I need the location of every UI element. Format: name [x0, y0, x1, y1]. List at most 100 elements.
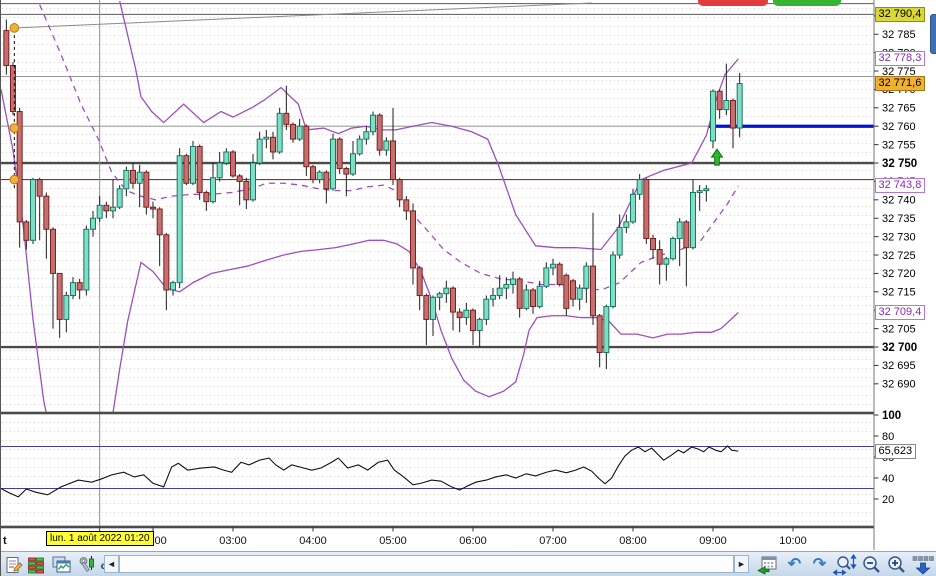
zoom-in-icon[interactable]	[885, 554, 909, 575]
candle-body	[250, 162, 256, 201]
candle-body	[123, 169, 130, 190]
candle-body	[103, 204, 110, 212]
vertical-scrollbar[interactable]	[930, 14, 936, 54]
horizontal-scrollbar-track[interactable]	[119, 555, 734, 573]
price-tick-label: 32 695	[882, 360, 916, 372]
zoom-out-icon	[863, 555, 880, 573]
candle-body	[623, 221, 630, 228]
price-tick-label: 32 720	[882, 268, 916, 280]
buy-button[interactable]	[773, 0, 841, 6]
chart-windows-icon	[52, 556, 71, 573]
time-tick-label: 10:00	[779, 535, 807, 547]
candle-body	[470, 309, 476, 331]
candle-body	[690, 191, 696, 249]
candle-body	[163, 234, 170, 291]
rsi-tick-label: 20	[882, 494, 894, 506]
bottom-toolbar: « ◄ ► ↶ ↷	[1, 551, 936, 576]
scroll-right-button[interactable]: ►	[734, 555, 749, 573]
candle-body	[683, 221, 690, 249]
undo-icon[interactable]: ↶	[784, 554, 805, 575]
time-tick-label: 02:00	[139, 535, 167, 547]
drawing-handle[interactable]	[9, 123, 20, 133]
zoom-drag-icon[interactable]	[832, 553, 858, 576]
main-panel[interactable]	[1, 0, 874, 413]
candle-body	[296, 125, 303, 140]
time-tick-label: 06:00	[459, 535, 487, 547]
candle-body	[170, 282, 176, 291]
candle-body	[663, 258, 670, 265]
document-icon	[6, 556, 23, 573]
candle-body	[96, 204, 103, 219]
chart-windows-icon[interactable]	[51, 554, 72, 575]
scroll-left-button[interactable]: ◄	[104, 555, 119, 573]
price-tick-label: 32 700	[882, 342, 917, 354]
candle-body	[530, 289, 536, 308]
chart-canvas[interactable]: 32 790 32 785 32 780 32 775 32 770 32 765 32 7…	[1, 0, 936, 576]
candle-body	[643, 179, 650, 239]
sell-button[interactable]	[698, 0, 768, 6]
candle-body	[503, 283, 510, 289]
candle-body	[130, 169, 136, 184]
candle-body	[216, 162, 223, 179]
candle-body	[283, 112, 290, 125]
candle-body	[243, 180, 250, 201]
bars-style-icon	[27, 557, 44, 573]
rsi-tick-label: 100	[882, 410, 901, 422]
candle-body	[443, 287, 450, 295]
candle-body	[363, 131, 370, 140]
price-tick-label: 32 690	[882, 379, 916, 391]
goto-date-icon[interactable]	[755, 554, 779, 575]
candle-body	[156, 208, 163, 236]
candle-body	[210, 177, 216, 203]
candle-body	[56, 272, 63, 320]
candle-body	[416, 267, 423, 297]
candle-body	[536, 285, 543, 308]
candle-body	[3, 30, 10, 67]
candle-body	[356, 138, 363, 155]
candle-body	[263, 136, 270, 140]
time-tick-label: 04:00	[299, 535, 327, 547]
candle-body	[70, 282, 76, 297]
candle-body	[596, 315, 603, 354]
candle-body	[390, 140, 396, 181]
bars-style-icon[interactable]	[25, 554, 46, 575]
candle-body	[256, 138, 263, 164]
candle-body	[403, 199, 410, 212]
candle-body	[576, 287, 583, 300]
candle-body	[543, 267, 550, 287]
candle-body	[430, 296, 436, 320]
panel-separator[interactable]	[1, 525, 936, 529]
candle-body	[76, 282, 83, 291]
redo-icon[interactable]: ↷	[809, 554, 830, 575]
zoom-out-icon[interactable]	[860, 554, 884, 575]
candle-body	[670, 237, 676, 260]
panel-separator[interactable]	[1, 411, 936, 415]
candle-body	[110, 206, 116, 212]
rsi-tick-label: 80	[882, 431, 894, 443]
price-tick-label: 32 760	[882, 121, 916, 133]
redo-glyph: ↷	[812, 555, 827, 573]
drawing-handle[interactable]	[9, 23, 20, 33]
candle-body	[343, 168, 350, 175]
candle-body	[703, 188, 710, 192]
minimize-toolbar-icon[interactable]	[910, 554, 936, 575]
candle-body	[710, 90, 716, 142]
candle-body	[196, 145, 203, 193]
candle-body	[270, 136, 276, 153]
candle-body	[30, 179, 36, 241]
document-icon[interactable]	[3, 554, 24, 575]
drawing-handle[interactable]	[9, 174, 20, 185]
rsi-panel[interactable]	[1, 413, 874, 527]
candle-body	[310, 166, 316, 181]
time-tick-label: 07:00	[539, 535, 567, 547]
candle-body	[383, 140, 390, 151]
time-tick-label: 03:00	[219, 535, 247, 547]
chart-settings-icon[interactable]	[77, 554, 98, 575]
minimize-toolbar-icon	[912, 555, 934, 575]
candle-body	[316, 171, 323, 181]
goto-date-icon	[757, 556, 777, 575]
candle-body	[410, 210, 416, 269]
candle-body	[323, 171, 330, 190]
candle-body	[736, 83, 743, 129]
candle-body	[176, 155, 183, 284]
